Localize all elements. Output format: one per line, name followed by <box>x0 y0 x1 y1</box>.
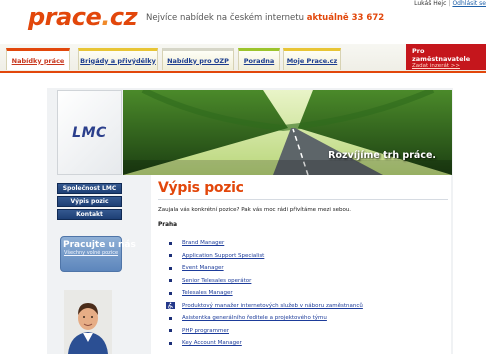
tab-nabidky-prace[interactable]: Nabídky práce <box>6 48 70 70</box>
list-item: Key Account Manager <box>158 337 448 350</box>
job-link[interactable]: Event Manager <box>182 265 224 271</box>
site-slogan: Nejvíce nabídek na českém internetu aktu… <box>146 13 384 23</box>
employee-photo <box>64 290 112 354</box>
wheelchair-icon-svg <box>165 302 175 310</box>
list-item: Senior Telesales operátor <box>158 275 448 288</box>
tab-poradna[interactable]: Poradna <box>238 48 280 70</box>
city-heading: Praha <box>158 222 178 228</box>
company-nav: Společnost LMC Výpis pozic Kontakt <box>57 183 122 222</box>
nav-item-spolecnost[interactable]: Společnost LMC <box>57 183 122 194</box>
header-rule <box>0 71 486 73</box>
user-separator: | <box>448 0 451 7</box>
tab-nabidky-ozp[interactable]: Nabídky pro OZP <box>162 48 234 70</box>
tab-brigady[interactable]: Brigády a přivýdělky <box>78 48 158 70</box>
page-title: Výpis pozic <box>158 180 244 196</box>
wheelchair-icon <box>158 302 182 310</box>
company-banner: Rozvíjíme trh práce. <box>123 90 452 175</box>
site-logo[interactable]: prace.cz <box>28 3 138 31</box>
list-item: Asistentka generálního ředitele a projek… <box>158 312 448 325</box>
job-link[interactable]: Telesales Manager <box>182 290 233 296</box>
logo-part-3: cz <box>109 3 138 31</box>
bullet-icon <box>158 266 182 270</box>
title-divider <box>158 199 448 200</box>
job-link[interactable]: Senior Telesales operátor <box>182 278 251 284</box>
list-item: Application Support Specialist <box>158 250 448 263</box>
logo-part-2: . <box>101 3 110 31</box>
job-list: Brand Manager Application Support Specia… <box>158 237 448 350</box>
promo-title: Pracujte u nás <box>63 240 136 250</box>
bullet-icon <box>158 329 182 333</box>
site-header: Lukáš Hejc | Odhlásit se prace.cz Nejvíce … <box>0 0 486 44</box>
logout-link[interactable]: Odhlásit se <box>452 0 486 7</box>
banner-road-image <box>123 90 452 175</box>
company-logo-text: LMC <box>72 124 107 141</box>
add-listing-link[interactable]: Zadat inzerát >> <box>412 63 480 69</box>
bullet-icon <box>158 341 182 345</box>
nav-item-vypis-pozic[interactable]: Výpis pozic <box>57 196 122 207</box>
job-link[interactable]: Asistentka generálního ředitele a projek… <box>182 315 327 321</box>
nav-item-kontakt[interactable]: Kontakt <box>57 209 122 220</box>
person-portrait <box>64 290 112 354</box>
logo-part-1: prace <box>28 3 102 31</box>
user-bar: Lukáš Hejc | Odhlásit se <box>414 0 486 7</box>
list-item: Brand Manager <box>158 237 448 250</box>
job-link[interactable]: Produktový manažer internetových služeb … <box>182 303 363 309</box>
user-name: Lukáš Hejc <box>414 0 447 7</box>
slogan-text: Nejvíce nabídek na českém internetu <box>146 13 305 23</box>
offer-count: aktuálně 33 672 <box>306 13 385 23</box>
employers-box: Pro zaměstnavatele Zadat inzerát >> <box>406 44 486 70</box>
bullet-icon <box>158 279 182 283</box>
list-item: Produktový manažer internetových služeb … <box>158 300 448 313</box>
tab-moje-prace[interactable]: Moje Prace.cz <box>283 48 341 70</box>
bullet-icon <box>158 241 182 245</box>
list-item: PHP programmer <box>158 325 448 338</box>
job-link[interactable]: PHP programmer <box>182 328 229 334</box>
job-link[interactable]: Key Account Manager <box>182 340 242 346</box>
list-item: Telesales Manager <box>158 287 448 300</box>
job-link[interactable]: Brand Manager <box>182 240 224 246</box>
work-with-us-promo[interactable]: Pracujte u nás Všechny volné pozice <box>60 236 136 272</box>
bullet-icon <box>158 316 182 320</box>
list-item: Event Manager <box>158 262 448 275</box>
bullet-icon <box>158 291 182 295</box>
intro-text: Zaujala vás konkrétní pozice? Pak vás mo… <box>158 207 352 213</box>
banner-caption: Rozvíjíme trh práce. <box>328 150 436 161</box>
employers-heading: Pro zaměstnavatele <box>412 47 471 63</box>
job-link[interactable]: Application Support Specialist <box>182 253 264 259</box>
company-logo: LMC <box>57 90 122 175</box>
all-positions-link[interactable]: Všechny volné pozice <box>63 250 119 256</box>
bullet-icon <box>158 254 182 258</box>
